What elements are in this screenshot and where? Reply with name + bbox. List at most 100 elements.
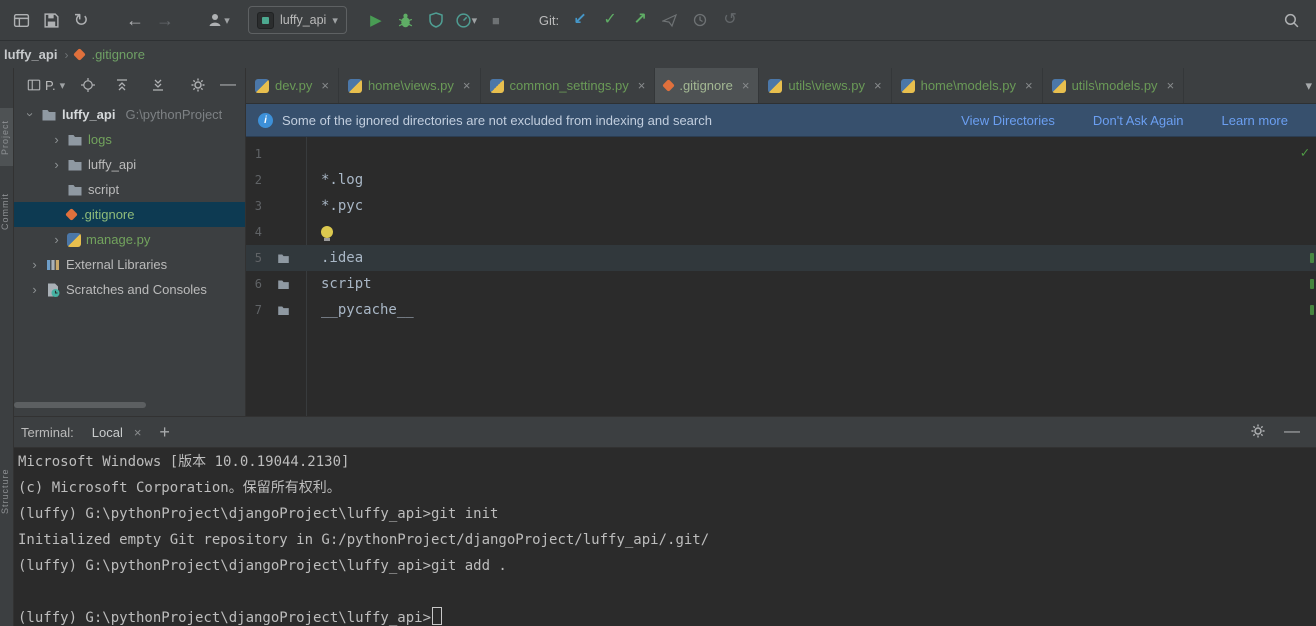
close-icon[interactable]: ×	[1167, 78, 1175, 93]
tool-window-button-project[interactable]: Project	[0, 108, 13, 166]
folder-icon	[278, 253, 289, 263]
git-push-icon[interactable]: ↗	[627, 7, 653, 33]
editor-line[interactable]: 3 *.pyc	[246, 193, 1316, 219]
coverage-shield-icon[interactable]	[423, 7, 449, 33]
banner-message: Some of the ignored directories are not …	[282, 112, 712, 128]
tree-item-scratches[interactable]: › Scratches and Consoles	[13, 277, 245, 302]
sync-refresh-icon[interactable]: ↻	[68, 7, 94, 33]
inspections-ok-check-icon[interactable]: ✓	[1301, 145, 1309, 161]
paper-plane-icon[interactable]	[657, 7, 683, 33]
project-view-selector[interactable]: P. ▾	[27, 78, 65, 93]
rollback-icon[interactable]: ↺	[717, 7, 743, 33]
hidden-tabs-icon[interactable]: ▾	[1305, 68, 1312, 103]
close-icon[interactable]: ×	[1025, 78, 1033, 93]
save-all-icon[interactable]	[38, 7, 64, 33]
line-number: 7	[254, 303, 262, 317]
tab-common-settings-py[interactable]: common_settings.py ×	[481, 68, 656, 103]
editor-line[interactable]: 1	[246, 141, 1316, 167]
tab-label: utils\models.py	[1071, 78, 1158, 93]
close-icon[interactable]: ×	[742, 78, 750, 93]
tree-item-external-libraries[interactable]: › External Libraries	[13, 252, 245, 277]
gitignore-file-icon	[65, 208, 78, 221]
tree-item-logs[interactable]: › logs	[13, 127, 245, 152]
terminal-output[interactable]: Microsoft Windows [版本 10.0.19044.2130] (…	[13, 448, 1316, 626]
horizontal-scrollbar[interactable]	[14, 402, 146, 408]
debug-bug-icon[interactable]	[393, 7, 419, 33]
profiler-icon[interactable]: ▾	[453, 7, 479, 33]
tree-item-script[interactable]: › script	[13, 177, 245, 202]
back-icon[interactable]: ←	[122, 7, 148, 33]
editor-line[interactable]: 4	[246, 219, 1316, 245]
close-icon[interactable]: ×	[874, 78, 882, 93]
user-account-icon[interactable]: ▾	[206, 7, 232, 33]
run-button[interactable]: ▶	[363, 7, 389, 33]
tab-home-views-py[interactable]: home\views.py ×	[339, 68, 481, 103]
breadcrumb-project[interactable]: luffy_api	[4, 47, 57, 62]
learn-more-link[interactable]: Learn more	[1222, 113, 1288, 128]
terminal-actions: —	[1250, 423, 1308, 442]
run-config-selector[interactable]: luffy_api ▾	[248, 6, 347, 34]
tree-item-label: External Libraries	[66, 257, 168, 272]
chevron-down-icon: ▾	[332, 14, 338, 27]
close-icon[interactable]: ×	[134, 425, 142, 440]
expand-all-icon[interactable]	[147, 74, 169, 96]
editor-line[interactable]: 7 __pycache__	[246, 297, 1316, 323]
terminal-settings-gear-icon[interactable]	[1250, 423, 1266, 442]
breadcrumb-file[interactable]: .gitignore	[91, 47, 144, 62]
line-number: 4	[254, 225, 262, 239]
tab-home-models-py[interactable]: home\models.py ×	[892, 68, 1043, 103]
chevron-collapsed-icon[interactable]: ›	[29, 258, 40, 271]
close-icon[interactable]: ×	[463, 78, 471, 93]
forward-icon[interactable]: →	[152, 7, 178, 33]
editor-content[interactable]: 1 2 *.log 3 *.pyc 4 5 .idea 6 script 7 _…	[246, 137, 1316, 417]
dont-ask-again-link[interactable]: Don't Ask Again	[1093, 113, 1184, 128]
settings-gear-icon[interactable]	[187, 74, 209, 96]
tree-item-gitignore[interactable]: › .gitignore	[13, 202, 245, 227]
hide-panel-icon[interactable]: —	[217, 74, 239, 96]
tree-item-manage-py[interactable]: › manage.py	[13, 227, 245, 252]
tool-window-button-structure[interactable]: Structure	[0, 460, 13, 522]
gitignore-file-icon	[662, 79, 676, 92]
search-icon[interactable]	[1278, 7, 1304, 33]
collapse-all-icon[interactable]	[111, 74, 133, 96]
tree-item-luffy-api[interactable]: › luffy_api	[13, 152, 245, 177]
chevron-expanded-icon[interactable]: ›	[23, 109, 38, 120]
tab-gitignore[interactable]: .gitignore ×	[655, 68, 760, 103]
git-commit-icon[interactable]: ✓	[597, 7, 623, 33]
folder-icon	[68, 159, 82, 170]
terminal-tab-local[interactable]: Local ×	[92, 425, 142, 440]
banner-actions: View Directories Don't Ask Again Learn m…	[961, 113, 1304, 128]
gutter-slot	[262, 252, 306, 265]
editor-line-current[interactable]: 5 .idea	[246, 245, 1316, 271]
tab-utils-models-py[interactable]: utils\models.py ×	[1043, 68, 1185, 103]
tree-item-label: script	[88, 182, 120, 197]
stop-button[interactable]: ■	[483, 7, 509, 33]
editor-line[interactable]: 6 script	[246, 271, 1316, 297]
chevron-collapsed-icon[interactable]: ›	[51, 158, 62, 171]
close-icon[interactable]: ×	[321, 78, 329, 93]
chevron-down-icon: ▾	[224, 14, 230, 27]
tree-item-root[interactable]: › luffy_api G:\pythonProject	[13, 102, 245, 127]
new-session-plus-icon[interactable]: +	[159, 423, 170, 441]
select-opened-file-icon[interactable]	[77, 74, 99, 96]
chevron-collapsed-icon[interactable]: ›	[29, 283, 40, 296]
view-directories-link[interactable]: View Directories	[961, 113, 1055, 128]
tree-item-path: G:\pythonProject	[125, 107, 223, 122]
git-update-icon[interactable]: ↙	[567, 7, 593, 33]
tab-dev-py[interactable]: dev.py ×	[246, 68, 339, 103]
python-file-icon	[900, 78, 915, 93]
intention-bulb-icon[interactable]	[321, 226, 333, 241]
close-icon[interactable]: ×	[638, 78, 646, 93]
chevron-collapsed-icon[interactable]: ›	[51, 133, 62, 146]
tab-utils-views-py[interactable]: utils\views.py ×	[759, 68, 892, 103]
info-icon: i	[258, 112, 273, 128]
chevron-collapsed-icon[interactable]: ›	[51, 233, 62, 246]
hide-panel-icon[interactable]: —	[1284, 424, 1300, 440]
tool-window-button-commit[interactable]: Commit	[0, 186, 13, 238]
tab-label: home\views.py	[367, 78, 454, 93]
line-text: .idea	[321, 250, 364, 266]
window-menu-icon[interactable]	[8, 7, 34, 33]
history-clock-icon[interactable]	[687, 7, 713, 33]
terminal-line: (luffy) G:\pythonProject\djangoProject\l…	[18, 558, 507, 574]
editor-line[interactable]: 2 *.log	[246, 167, 1316, 193]
